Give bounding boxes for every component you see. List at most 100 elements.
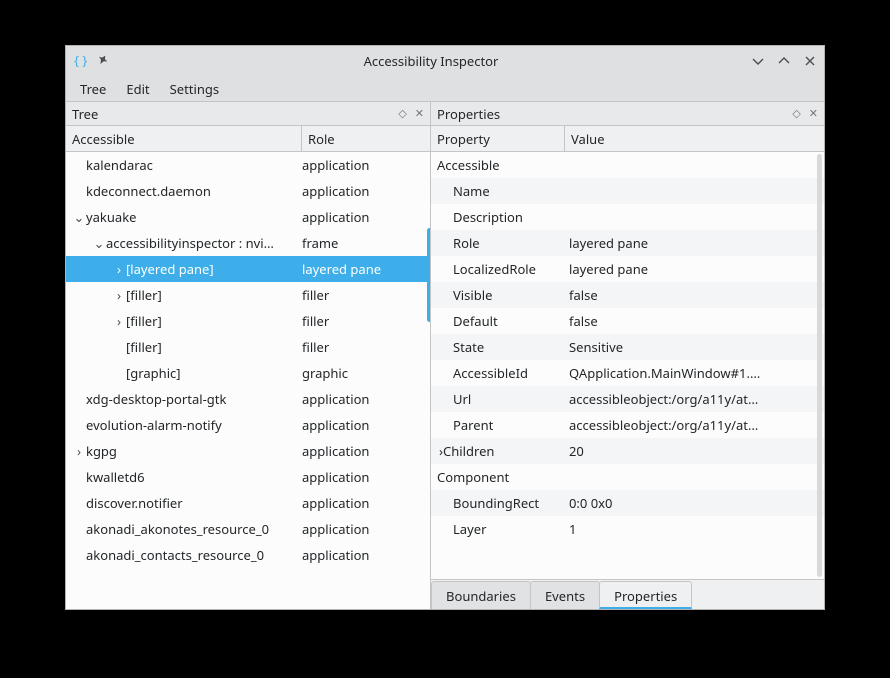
tree-row-name: kgpg	[86, 442, 117, 460]
prop-value: Sensitive	[569, 338, 623, 356]
tree-column-header: Accessible Role	[66, 126, 430, 152]
tree-row-role: application	[302, 390, 369, 408]
prop-key: Children	[443, 442, 494, 460]
tree-row-name: yakuake	[86, 208, 136, 226]
tab-boundaries[interactable]: Boundaries	[431, 581, 531, 609]
tree-row[interactable]: xdg-desktop-portal-gtk application	[66, 386, 430, 412]
tree-row-role: application	[302, 546, 369, 564]
chevron-down-icon[interactable]: ⌄	[92, 234, 106, 252]
prop-key: State	[453, 338, 484, 356]
pane-close-icon[interactable]: ✕	[809, 106, 818, 121]
prop-row[interactable]: BoundingRect 0:0 0x0	[431, 490, 824, 516]
tree-row-role: graphic	[302, 364, 348, 382]
tab-events[interactable]: Events	[530, 581, 600, 609]
tree-row-name: xdg-desktop-portal-gtk	[86, 390, 226, 408]
tree-row-role: application	[302, 182, 369, 200]
pin-icon[interactable]	[98, 55, 110, 67]
chevron-down-icon[interactable]: ⌄	[72, 208, 86, 226]
chevron-right-icon[interactable]: ›	[72, 442, 86, 460]
pane-close-icon[interactable]: ✕	[415, 106, 424, 121]
menu-settings[interactable]: Settings	[162, 77, 227, 101]
tree-row[interactable]: ›kgpgapplication	[66, 438, 430, 464]
chevron-right-icon[interactable]: ›	[112, 312, 126, 330]
tree-row[interactable]: akonadi_contacts_resource_0application	[66, 542, 430, 568]
tree-row-role: application	[302, 468, 369, 486]
chevron-right-icon[interactable]: ›	[112, 260, 126, 278]
tree-row-name: [filler]	[126, 338, 162, 356]
prop-value: layered pane	[569, 260, 648, 278]
prop-row[interactable]: Defaultfalse	[431, 308, 824, 334]
prop-key: Role	[453, 234, 480, 252]
prop-row[interactable]: Visiblefalse	[431, 282, 824, 308]
svg-text:{ }: { }	[74, 53, 87, 69]
titlebar[interactable]: { } Accessibility Inspector	[66, 46, 824, 76]
prop-row[interactable]: AccessibleIdQApplication.MainWindow#1.…	[431, 360, 824, 386]
prop-value: accessibleobject:/org/a11y/at…	[569, 390, 758, 408]
menu-edit[interactable]: Edit	[118, 77, 157, 101]
app-window: { } Accessibility Inspector Tree Edit Se…	[65, 45, 825, 610]
tree-row-name: kalendarac	[86, 156, 153, 174]
prop-value: layered pane	[569, 234, 648, 252]
tree-row-role: filler	[302, 312, 329, 330]
tree-row-role: application	[302, 520, 369, 538]
tree-row[interactable]: kalendaracapplication	[66, 152, 430, 178]
prop-row[interactable]: Urlaccessibleobject:/org/a11y/at…	[431, 386, 824, 412]
prop-value: QApplication.MainWindow#1.…	[569, 364, 760, 382]
tree-row[interactable]: ›[layered pane]layered pane	[66, 256, 430, 282]
tree-row-name: accessibilityinspector : nvi…	[106, 234, 274, 252]
prop-key: Parent	[453, 416, 493, 434]
prop-value: 20	[569, 442, 584, 460]
tab-properties[interactable]: Properties	[599, 581, 692, 609]
detach-icon[interactable]: ◇	[792, 106, 800, 121]
prop-row[interactable]: Layer1	[431, 516, 824, 542]
tree-row[interactable]: discover.notifier application	[66, 490, 430, 516]
prop-row[interactable]: Description	[431, 204, 824, 230]
tree-row-role: application	[302, 208, 369, 226]
tree-row-role: application	[302, 494, 369, 512]
col-accessible[interactable]: Accessible	[66, 126, 302, 151]
prop-value: 0:0 0x0	[569, 494, 613, 512]
col-property[interactable]: Property	[431, 126, 565, 151]
tree-row-role: layered pane	[302, 260, 381, 278]
prop-row[interactable]: LocalizedRole layered pane	[431, 256, 824, 282]
prop-key: LocalizedRole	[453, 260, 536, 278]
tree-row-name: akonadi_akonotes_resource_0	[86, 520, 269, 538]
tree-row-name: kdeconnect.daemon	[86, 182, 211, 200]
prop-row[interactable]: Role layered pane	[431, 230, 824, 256]
tree-row-role: frame	[302, 234, 338, 252]
prop-column-header: Property Value	[431, 126, 824, 152]
prop-key: BoundingRect	[453, 494, 539, 512]
maximize-icon[interactable]	[778, 55, 790, 67]
close-icon[interactable]	[804, 55, 816, 67]
tree-row[interactable]: ›[filler]filler	[66, 282, 430, 308]
prop-row[interactable]: › Children20	[431, 438, 824, 464]
prop-row[interactable]: State Sensitive	[431, 334, 824, 360]
detach-icon[interactable]: ◇	[398, 106, 406, 121]
tree-body[interactable]: kalendaracapplicationkdeconnect.daemonap…	[66, 152, 430, 609]
bottom-tabs: Boundaries Events Properties	[431, 579, 824, 609]
tree-row[interactable]: kdeconnect.daemon application	[66, 178, 430, 204]
menu-tree[interactable]: Tree	[72, 77, 114, 101]
tree-row[interactable]: ⌄yakuake application	[66, 204, 430, 230]
tree-row-name: discover.notifier	[86, 494, 183, 512]
tree-row[interactable]: ⌄accessibilityinspector : nvi… frame	[66, 230, 430, 256]
properties-pane-title: Properties	[437, 105, 792, 123]
scrollbar-thumb[interactable]	[427, 228, 430, 322]
prop-row[interactable]: Parentaccessibleobject:/org/a11y/at…	[431, 412, 824, 438]
chevron-right-icon[interactable]: ›	[112, 286, 126, 304]
tree-row[interactable]: [graphic]graphic	[66, 360, 430, 386]
minimize-icon[interactable]	[752, 55, 764, 67]
tree-row[interactable]: evolution-alarm-notifyapplication	[66, 412, 430, 438]
scrollbar-track[interactable]	[817, 154, 822, 577]
tree-row[interactable]: kwalletd6application	[66, 464, 430, 490]
col-role[interactable]: Role	[302, 126, 430, 151]
tree-row[interactable]: ›[filler]filler	[66, 308, 430, 334]
tree-row[interactable]: akonadi_akonotes_resource_0 application	[66, 516, 430, 542]
window-title: Accessibility Inspector	[110, 52, 752, 70]
tree-row[interactable]: [filler]filler	[66, 334, 430, 360]
tree-row-role: application	[302, 416, 369, 434]
prop-key: Visible	[453, 286, 492, 304]
prop-row[interactable]: Name	[431, 178, 824, 204]
prop-body[interactable]: AccessibleNameDescriptionRolelayered pan…	[431, 152, 824, 609]
col-value[interactable]: Value	[565, 126, 824, 151]
